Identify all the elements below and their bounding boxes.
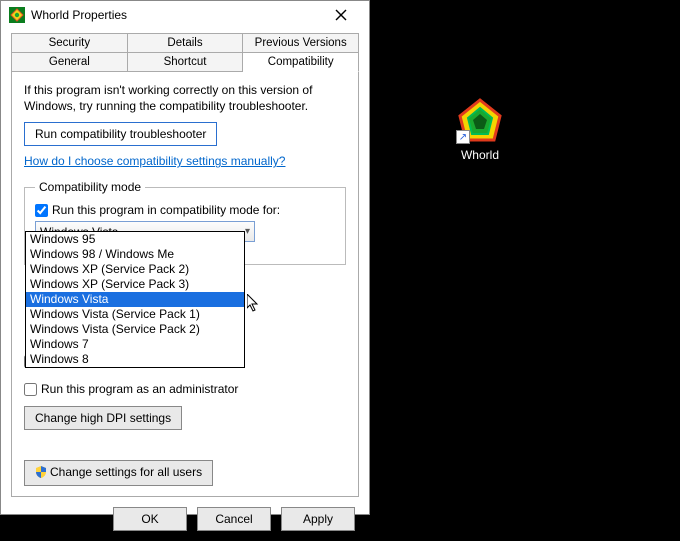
compat-option[interactable]: Windows XP (Service Pack 3) xyxy=(26,277,244,292)
compat-option[interactable]: Windows Vista (Service Pack 2) xyxy=(26,322,244,337)
all-users-button[interactable]: Change settings for all users xyxy=(24,460,213,486)
tab-details[interactable]: Details xyxy=(128,33,244,52)
cancel-button[interactable]: Cancel xyxy=(197,507,271,531)
desktop-shortcut-whorld[interactable]: ↗ Whorld xyxy=(440,96,520,162)
intro-text: If this program isn't working correctly … xyxy=(24,82,346,114)
run-as-admin-checkbox[interactable] xyxy=(24,383,37,396)
apply-button[interactable]: Apply xyxy=(281,507,355,531)
desktop[interactable]: ↗ Whorld xyxy=(370,0,680,515)
compat-option[interactable]: Windows Vista (Service Pack 1) xyxy=(26,307,244,322)
ok-button[interactable]: OK xyxy=(113,507,187,531)
compat-mode-dropdown[interactable]: Windows 95 Windows 98 / Windows Me Windo… xyxy=(25,231,245,368)
whorld-app-icon: ↗ xyxy=(456,96,504,144)
properties-dialog: Whorld Properties Security Details Previ… xyxy=(0,0,370,515)
compat-option[interactable]: Windows 8 xyxy=(26,352,244,367)
dialog-footer: OK Cancel Apply xyxy=(1,497,369,541)
compat-mode-check-label: Run this program in compatibility mode f… xyxy=(52,203,280,217)
run-as-admin-label: Run this program as an administrator xyxy=(41,382,238,396)
titlebar: Whorld Properties xyxy=(1,1,369,29)
compat-mode-checkbox[interactable] xyxy=(35,204,48,217)
tab-security[interactable]: Security xyxy=(11,33,128,52)
tab-shortcut[interactable]: Shortcut xyxy=(128,52,244,72)
compat-option[interactable]: Windows 95 xyxy=(26,232,244,247)
manual-settings-link[interactable]: How do I choose compatibility settings m… xyxy=(24,154,285,168)
compat-option[interactable]: Windows 7 xyxy=(26,337,244,352)
shortcut-arrow-icon: ↗ xyxy=(456,130,470,144)
chevron-down-icon: ▾ xyxy=(245,226,250,237)
tab-general[interactable]: General xyxy=(11,52,128,72)
all-users-label: Change settings for all users xyxy=(50,465,202,479)
tab-compatibility[interactable]: Compatibility xyxy=(243,52,359,72)
compat-mode-legend: Compatibility mode xyxy=(35,180,145,194)
compat-option[interactable]: Windows 98 / Windows Me xyxy=(26,247,244,262)
compat-option[interactable]: Windows XP (Service Pack 2) xyxy=(26,262,244,277)
dpi-button[interactable]: Change high DPI settings xyxy=(24,406,182,430)
close-icon xyxy=(335,9,347,21)
compat-option-selected[interactable]: Windows Vista xyxy=(26,292,244,307)
troubleshooter-button[interactable]: Run compatibility troubleshooter xyxy=(24,122,217,146)
close-button[interactable] xyxy=(321,1,361,29)
window-title: Whorld Properties xyxy=(31,8,321,22)
tab-previous-versions[interactable]: Previous Versions xyxy=(243,33,359,52)
shield-icon xyxy=(35,466,47,481)
app-icon xyxy=(9,7,25,23)
tabs: Security Details Previous Versions Gener… xyxy=(1,29,369,72)
desktop-icon-label: Whorld xyxy=(440,148,520,162)
